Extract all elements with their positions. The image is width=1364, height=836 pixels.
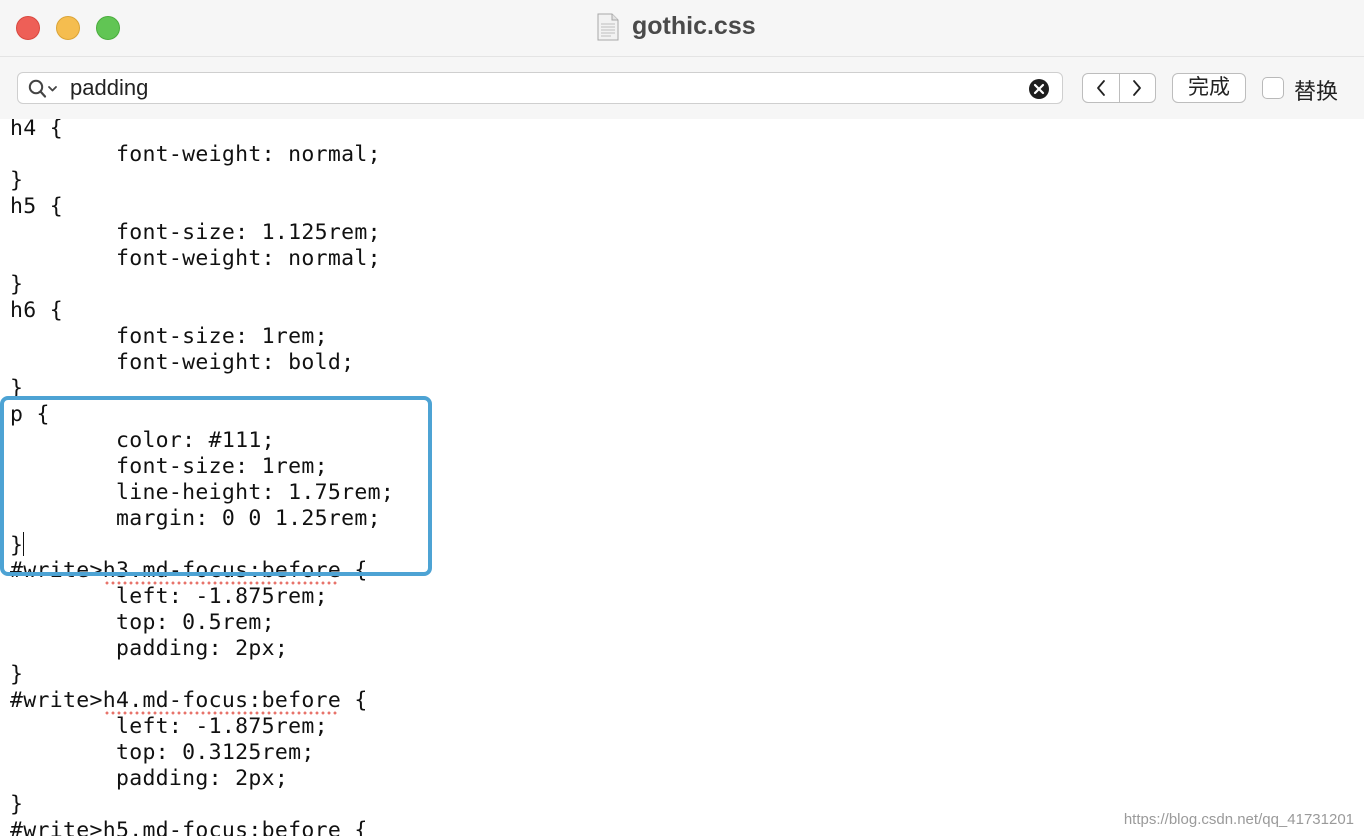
code-line: padding: 2px; bbox=[10, 636, 289, 661]
find-next-button[interactable] bbox=[1118, 74, 1156, 102]
code-line: font-size: 1.125rem; bbox=[10, 220, 381, 245]
minimize-window-button[interactable] bbox=[56, 16, 80, 40]
find-navigation bbox=[1082, 73, 1156, 103]
code-line: top: 0.5rem; bbox=[10, 610, 275, 635]
window-title: gothic.css bbox=[632, 12, 756, 40]
code-line: left: -1.875rem; bbox=[10, 714, 328, 739]
replace-checkbox[interactable] bbox=[1262, 77, 1284, 99]
code-line: } bbox=[10, 272, 24, 297]
chevron-left-icon bbox=[1096, 80, 1105, 96]
document-icon bbox=[597, 13, 619, 41]
chevron-right-icon bbox=[1133, 80, 1142, 96]
code-line: left: -1.875rem; bbox=[10, 584, 328, 609]
done-button[interactable]: 完成 bbox=[1172, 73, 1246, 103]
code-line: font-weight: normal; bbox=[10, 142, 381, 167]
code-line: top: 0.3125rem; bbox=[10, 740, 315, 765]
code-line: h4 { bbox=[10, 119, 63, 141]
search-options-icon[interactable] bbox=[28, 79, 60, 99]
code-line: } bbox=[10, 168, 24, 193]
zoom-window-button[interactable] bbox=[96, 16, 120, 40]
clear-search-icon[interactable] bbox=[1028, 78, 1050, 100]
spellcheck-underline bbox=[104, 581, 338, 585]
code-line: h6 { bbox=[10, 298, 63, 323]
title-bar: gothic.css bbox=[0, 0, 1364, 57]
search-field[interactable] bbox=[17, 72, 1063, 104]
code-line: padding: 2px; bbox=[10, 766, 289, 791]
code-line: } bbox=[10, 792, 24, 817]
spellcheck-underline bbox=[104, 711, 338, 715]
code-line: #write>h5.md-focus:before { bbox=[10, 818, 368, 836]
find-previous-button[interactable] bbox=[1083, 74, 1119, 102]
code-line: font-size: 1rem; bbox=[10, 324, 328, 349]
replace-label: 替换 bbox=[1294, 79, 1339, 104]
watermark: https://blog.csdn.net/qq_41731201 bbox=[1123, 811, 1354, 828]
code-line: } bbox=[10, 662, 24, 687]
find-bar: 完成 替换 bbox=[0, 57, 1364, 120]
highlight-annotation bbox=[0, 396, 432, 576]
code-line: font-weight: bold; bbox=[10, 350, 355, 375]
code-line: font-weight: normal; bbox=[10, 246, 381, 271]
code-line: h5 { bbox=[10, 194, 63, 219]
close-window-button[interactable] bbox=[16, 16, 40, 40]
search-input[interactable] bbox=[70, 75, 1010, 101]
